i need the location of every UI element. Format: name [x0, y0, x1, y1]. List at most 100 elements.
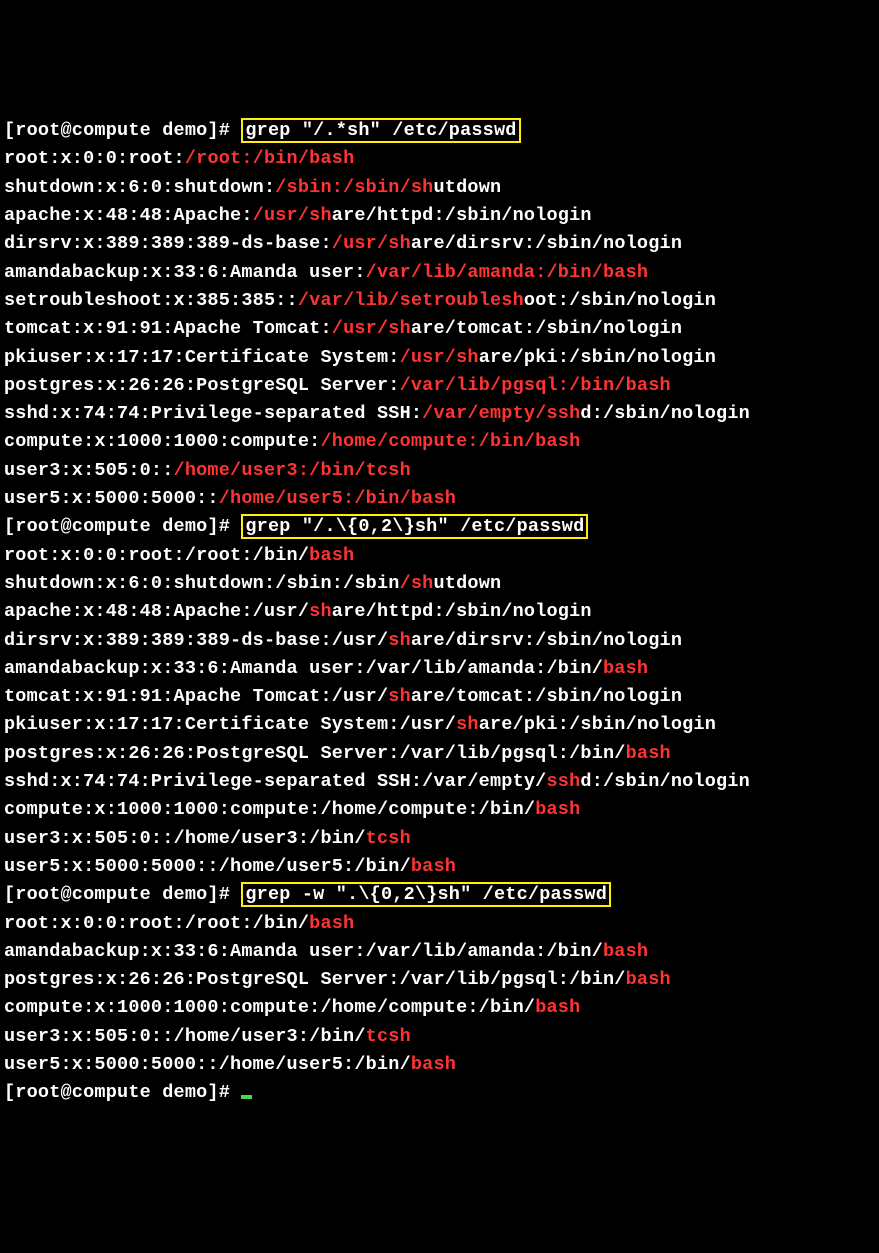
output-segment: /sh	[400, 573, 434, 594]
prompt-line: [root@compute demo]# grep -w ".\{0,2\}sh…	[4, 881, 879, 909]
output-segment: are/dirsrv:/sbin/nologin	[411, 630, 682, 651]
output-segment: setroubleshoot:x:385:385::	[4, 290, 298, 311]
output-segment: user5:x:5000:5000::/home/user5:/bin/	[4, 1054, 411, 1075]
output-line: user5:x:5000:5000::/home/user5:/bin/bash	[4, 1051, 879, 1079]
output-segment: ssh	[547, 771, 581, 792]
output-line: sshd:x:74:74:Privilege-separated SSH:/va…	[4, 400, 879, 428]
output-segment: /home/compute:/bin/bash	[320, 431, 580, 452]
output-segment: user5:x:5000:5000::	[4, 488, 219, 509]
prompt-line: [root@compute demo]# grep "/.*sh" /etc/p…	[4, 117, 879, 145]
command-highlight-box: grep -w ".\{0,2\}sh" /etc/passwd	[241, 882, 611, 907]
output-segment: bash	[309, 913, 354, 934]
output-segment: are/pki:/sbin/nologin	[479, 714, 716, 735]
output-line: sshd:x:74:74:Privilege-separated SSH:/va…	[4, 768, 879, 796]
output-segment: /var/lib/setroublesh	[298, 290, 524, 311]
output-segment: sh	[388, 686, 411, 707]
output-line: tomcat:x:91:91:Apache Tomcat:/usr/share/…	[4, 683, 879, 711]
output-segment: /root:/bin/bash	[185, 148, 355, 169]
output-segment: compute:x:1000:1000:compute:/home/comput…	[4, 799, 535, 820]
output-line: pkiuser:x:17:17:Certificate System:/usr/…	[4, 711, 879, 739]
cursor	[241, 1095, 252, 1099]
command-highlight-box: grep "/.\{0,2\}sh" /etc/passwd	[241, 514, 588, 539]
output-segment: bash	[603, 941, 648, 962]
output-segment: are/tomcat:/sbin/nologin	[411, 686, 682, 707]
output-line: root:x:0:0:root:/root:/bin/bash	[4, 145, 879, 173]
output-segment: utdown	[433, 177, 501, 198]
output-segment: sh	[456, 714, 479, 735]
output-segment: utdown	[433, 573, 501, 594]
output-segment: bash	[309, 545, 354, 566]
output-line: postgres:x:26:26:PostgreSQL Server:/var/…	[4, 966, 879, 994]
terminal-output: [root@compute demo]# grep "/.*sh" /etc/p…	[4, 117, 879, 1107]
output-segment: sh	[309, 601, 332, 622]
output-segment: are/tomcat:/sbin/nologin	[411, 318, 682, 339]
output-segment: bash	[626, 743, 671, 764]
output-line: amandabackup:x:33:6:Amanda user:/var/lib…	[4, 259, 879, 287]
output-segment: /var/lib/pgsql:/bin/bash	[400, 375, 671, 396]
output-segment: postgres:x:26:26:PostgreSQL Server:	[4, 375, 400, 396]
output-segment: bash	[603, 658, 648, 679]
output-segment: root:x:0:0:root:/root:/bin/	[4, 545, 309, 566]
output-segment: /usr/sh	[332, 318, 411, 339]
output-segment: bash	[535, 799, 580, 820]
output-segment: root:x:0:0:root:/root:/bin/	[4, 913, 309, 934]
output-segment: are/httpd:/sbin/nologin	[332, 205, 592, 226]
shell-prompt: [root@compute demo]#	[4, 884, 241, 905]
output-segment: /home/user5:/bin/bash	[219, 488, 456, 509]
output-line: apache:x:48:48:Apache:/usr/share/httpd:/…	[4, 202, 879, 230]
output-line: dirsrv:x:389:389:389-ds-base:/usr/share/…	[4, 627, 879, 655]
output-line: dirsrv:x:389:389:389-ds-base:/usr/share/…	[4, 230, 879, 258]
output-segment: sh	[388, 630, 411, 651]
output-segment: /usr/sh	[332, 233, 411, 254]
output-segment: dirsrv:x:389:389:389-ds-base:	[4, 233, 332, 254]
output-line: postgres:x:26:26:PostgreSQL Server:/var/…	[4, 740, 879, 768]
output-segment: are/httpd:/sbin/nologin	[332, 601, 592, 622]
output-line: amandabackup:x:33:6:Amanda user:/var/lib…	[4, 938, 879, 966]
output-segment: /usr/sh	[400, 347, 479, 368]
output-line: user3:x:505:0::/home/user3:/bin/tcsh	[4, 825, 879, 853]
output-segment: /var/lib/amanda:/bin/bash	[366, 262, 649, 283]
output-segment: amandabackup:x:33:6:Amanda user:/var/lib…	[4, 658, 603, 679]
output-segment: user3:x:505:0::	[4, 460, 174, 481]
prompt-line: [root@compute demo]# grep "/.\{0,2\}sh" …	[4, 513, 879, 541]
shell-prompt: [root@compute demo]#	[4, 120, 241, 141]
output-segment: are/dirsrv:/sbin/nologin	[411, 233, 682, 254]
output-segment: d:/sbin/nologin	[580, 771, 750, 792]
output-segment: root:x:0:0:root:	[4, 148, 185, 169]
output-line: postgres:x:26:26:PostgreSQL Server:/var/…	[4, 372, 879, 400]
shell-prompt: [root@compute demo]#	[4, 1082, 241, 1103]
output-segment: sshd:x:74:74:Privilege-separated SSH:/va…	[4, 771, 547, 792]
output-line: compute:x:1000:1000:compute:/home/comput…	[4, 994, 879, 1022]
output-segment: d:/sbin/nologin	[580, 403, 750, 424]
output-segment: pkiuser:x:17:17:Certificate System:	[4, 347, 400, 368]
output-line: shutdown:x:6:0:shutdown:/sbin:/sbin/shut…	[4, 570, 879, 598]
output-line: compute:x:1000:1000:compute:/home/comput…	[4, 796, 879, 824]
prompt-line[interactable]: [root@compute demo]#	[4, 1079, 879, 1107]
output-line: compute:x:1000:1000:compute:/home/comput…	[4, 428, 879, 456]
output-line: user3:x:505:0::/home/user3:/bin/tcsh	[4, 457, 879, 485]
output-segment: compute:x:1000:1000:compute:	[4, 431, 320, 452]
output-segment: shutdown:x:6:0:shutdown:/sbin:/sbin	[4, 573, 400, 594]
output-segment: dirsrv:x:389:389:389-ds-base:/usr/	[4, 630, 388, 651]
output-segment: apache:x:48:48:Apache:/usr/	[4, 601, 309, 622]
output-segment: postgres:x:26:26:PostgreSQL Server:/var/…	[4, 969, 626, 990]
output-segment: oot:/sbin/nologin	[524, 290, 716, 311]
output-segment: user3:x:505:0::/home/user3:/bin/	[4, 1026, 366, 1047]
output-segment: are/pki:/sbin/nologin	[479, 347, 716, 368]
output-line: user3:x:505:0::/home/user3:/bin/tcsh	[4, 1023, 879, 1051]
output-line: user5:x:5000:5000::/home/user5:/bin/bash	[4, 485, 879, 513]
output-line: pkiuser:x:17:17:Certificate System:/usr/…	[4, 344, 879, 372]
output-segment: /home/user3:/bin/tcsh	[174, 460, 411, 481]
output-line: user5:x:5000:5000::/home/user5:/bin/bash	[4, 853, 879, 881]
output-segment: tomcat:x:91:91:Apache Tomcat:	[4, 318, 332, 339]
output-segment: tomcat:x:91:91:Apache Tomcat:/usr/	[4, 686, 388, 707]
output-segment: bash	[535, 997, 580, 1018]
output-segment: pkiuser:x:17:17:Certificate System:/usr/	[4, 714, 456, 735]
output-segment: bash	[411, 1054, 456, 1075]
output-line: root:x:0:0:root:/root:/bin/bash	[4, 542, 879, 570]
output-segment: sshd:x:74:74:Privilege-separated SSH:	[4, 403, 422, 424]
output-line: amandabackup:x:33:6:Amanda user:/var/lib…	[4, 655, 879, 683]
command-highlight-box: grep "/.*sh" /etc/passwd	[241, 118, 520, 143]
output-segment: shutdown:x:6:0:shutdown:	[4, 177, 275, 198]
output-line: apache:x:48:48:Apache:/usr/share/httpd:/…	[4, 598, 879, 626]
